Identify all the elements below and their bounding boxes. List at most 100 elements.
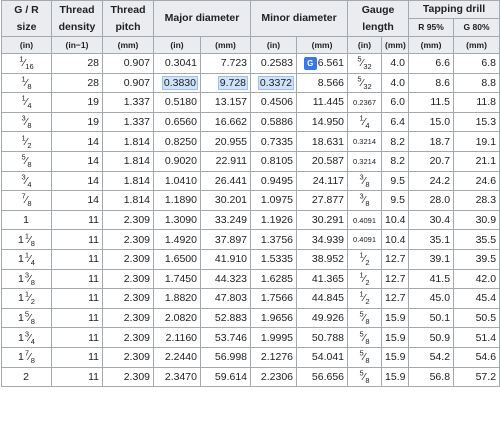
major-mm-cell-value: 13.157 bbox=[214, 96, 248, 109]
pitch-cell: 2.309 bbox=[102, 209, 154, 231]
gauge-fraction-denominator: 2 bbox=[365, 277, 370, 287]
thread-table: G / R size Thread density Thread pitch M… bbox=[1, 0, 500, 388]
size-fraction: 1⁄2 bbox=[21, 134, 31, 149]
minor-in-cell-value: 0.2583 bbox=[260, 57, 294, 70]
major-in-cell: 0.3830 bbox=[153, 72, 201, 94]
major-in-cell-value: 0.6560 bbox=[164, 116, 197, 129]
size-cell: 7⁄8 bbox=[1, 190, 52, 211]
minor-mm-cell: 30.291 bbox=[296, 209, 349, 231]
minor-in-cell: 2.2306 bbox=[250, 366, 298, 388]
minor-in-cell: 1.9995 bbox=[250, 327, 298, 348]
minor-mm-cell: 24.117 bbox=[296, 170, 349, 192]
r95-cell: 41.5 bbox=[408, 268, 455, 290]
minor-mm-cell: 54.041 bbox=[296, 346, 349, 368]
density-cell: 28 bbox=[51, 72, 103, 94]
pitch-cell-value: 2.309 bbox=[123, 331, 150, 344]
major-in-cell: 0.5180 bbox=[153, 92, 201, 113]
table-row: 1⁄4 19 1.337 0.5180 13.157 0.4506 11.445 0.2367… bbox=[1, 92, 500, 113]
gauge-fraction-denominator: 8 bbox=[365, 336, 370, 346]
pitch-cell: 1.337 bbox=[102, 111, 154, 133]
unit-density: (in−1) bbox=[51, 36, 103, 54]
major-mm-cell: 52.883 bbox=[199, 307, 252, 329]
minor-in-cell: 1.9656 bbox=[250, 307, 298, 329]
density-cell-value: 28 bbox=[87, 76, 99, 89]
table-row: 1⁄16 28 0.907 0.3041 7.723 0.2583 G 6.561 5⁄32 4.… bbox=[1, 53, 500, 74]
gauge-fraction: 1⁄4 bbox=[359, 114, 369, 129]
minor-mm-cell-value: 20.587 bbox=[311, 155, 345, 168]
major-in-cell: 0.6560 bbox=[153, 111, 201, 133]
size-fraction: 13⁄4 bbox=[18, 330, 35, 345]
table-row: 13⁄8 11 2.309 1.7450 44.323 1.6285 41.365 1⁄2 12… bbox=[1, 268, 500, 290]
density-cell: 11 bbox=[51, 209, 103, 231]
gauge-in-cell: 1⁄2 bbox=[347, 268, 383, 290]
gauge-in-cell: 0.3214 bbox=[347, 131, 383, 152]
gauge-mm-cell: 10.4 bbox=[381, 229, 410, 250]
minor-mm-cell-value: 56.656 bbox=[311, 370, 345, 383]
pitch-cell: 1.814 bbox=[102, 150, 154, 172]
r95-cell: 15.0 bbox=[408, 111, 455, 133]
table-row: 15⁄8 11 2.309 2.0820 52.883 1.9656 49.926 5⁄8 15… bbox=[1, 307, 500, 329]
major-in-cell: 0.8250 bbox=[153, 131, 201, 152]
gauge-fraction: 5⁄8 bbox=[359, 369, 370, 385]
unit-major-in: (in) bbox=[153, 36, 201, 54]
pitch-cell: 2.309 bbox=[102, 366, 154, 388]
gauge-fraction-denominator: 8 bbox=[365, 375, 370, 385]
minor-mm-cell-value: 41.365 bbox=[311, 272, 345, 285]
gauge-mm-cell: 8.2 bbox=[381, 131, 410, 152]
size-fraction: 11⁄8 bbox=[18, 232, 35, 247]
major-in-cell: 1.6500 bbox=[153, 248, 201, 270]
g80-cell: 45.4 bbox=[453, 288, 500, 309]
col-tapping-header: Tapping drill bbox=[408, 0, 500, 19]
gauge-mm-cell: 15.9 bbox=[381, 307, 410, 329]
unit-r95: (mm) bbox=[408, 36, 455, 54]
major-mm-cell: 26.441 bbox=[199, 170, 252, 192]
major-in-cell-value: 0.3830 bbox=[161, 75, 199, 90]
g80-cell: 15.3 bbox=[453, 111, 500, 133]
size-fraction: 1 bbox=[23, 214, 30, 226]
gauge-fraction-denominator: 8 bbox=[365, 199, 370, 209]
major-in-cell: 2.0820 bbox=[153, 307, 201, 329]
major-in-cell-value: 1.0410 bbox=[164, 174, 197, 187]
pitch-cell: 2.309 bbox=[102, 288, 154, 309]
size-fraction: 3⁄4 bbox=[21, 173, 31, 188]
major-mm-cell-value: 56.998 bbox=[214, 351, 248, 364]
minor-mm-cell: 8.566 bbox=[296, 72, 349, 94]
table-row: 11⁄4 11 2.309 1.6500 41.910 1.5335 38.952 1⁄2 12… bbox=[1, 248, 500, 270]
major-in-cell: 0.9020 bbox=[153, 150, 201, 172]
pitch-cell: 2.309 bbox=[102, 268, 154, 290]
pitch-cell-value: 2.309 bbox=[123, 233, 150, 246]
density-cell: 11 bbox=[51, 288, 103, 309]
major-mm-cell: 30.201 bbox=[199, 190, 252, 211]
size-cell: 1⁄16 bbox=[1, 53, 52, 74]
pitch-cell: 1.814 bbox=[102, 170, 154, 192]
major-in-cell: 1.0410 bbox=[153, 170, 201, 192]
minor-in-cell: 0.9495 bbox=[250, 170, 298, 192]
minor-mm-cell-value: 14.950 bbox=[311, 116, 345, 129]
pitch-cell: 2.309 bbox=[102, 229, 154, 250]
major-in-cell-value: 1.6500 bbox=[164, 253, 197, 266]
minor-in-cell-value: 2.1276 bbox=[260, 351, 294, 364]
major-mm-cell: 13.157 bbox=[199, 92, 252, 113]
minor-in-cell-value: 0.8105 bbox=[260, 155, 294, 168]
gauge-fraction-denominator: 32 bbox=[363, 62, 372, 72]
units-row: (in) (in−1) (mm) (in) (mm) (in) (mm) (in… bbox=[1, 36, 500, 54]
density-cell: 28 bbox=[51, 53, 103, 74]
gauge-fraction: 3⁄8 bbox=[359, 193, 370, 209]
gauge-in-cell: 1⁄2 bbox=[347, 288, 383, 309]
size-fraction-denominator: 16 bbox=[25, 62, 34, 72]
density-cell: 11 bbox=[51, 248, 103, 270]
major-in-cell-value: 1.4920 bbox=[164, 233, 197, 246]
density-cell: 11 bbox=[51, 346, 103, 368]
translate-icon[interactable]: G bbox=[303, 57, 317, 71]
size-fraction: 3⁄8 bbox=[21, 114, 31, 129]
density-cell-value: 14 bbox=[87, 194, 99, 207]
r95-cell: 6.6 bbox=[408, 53, 455, 74]
density-cell-value: 14 bbox=[87, 135, 99, 148]
gauge-fraction-denominator: 8 bbox=[365, 356, 370, 366]
minor-mm-cell-value: 6.561 bbox=[317, 57, 345, 70]
density-cell: 19 bbox=[51, 111, 103, 133]
size-cell: 15⁄8 bbox=[1, 307, 52, 329]
major-in-cell-value: 1.7450 bbox=[164, 272, 197, 285]
g80-cell: 50.5 bbox=[453, 307, 500, 329]
major-mm-cell: 16.662 bbox=[199, 111, 252, 133]
